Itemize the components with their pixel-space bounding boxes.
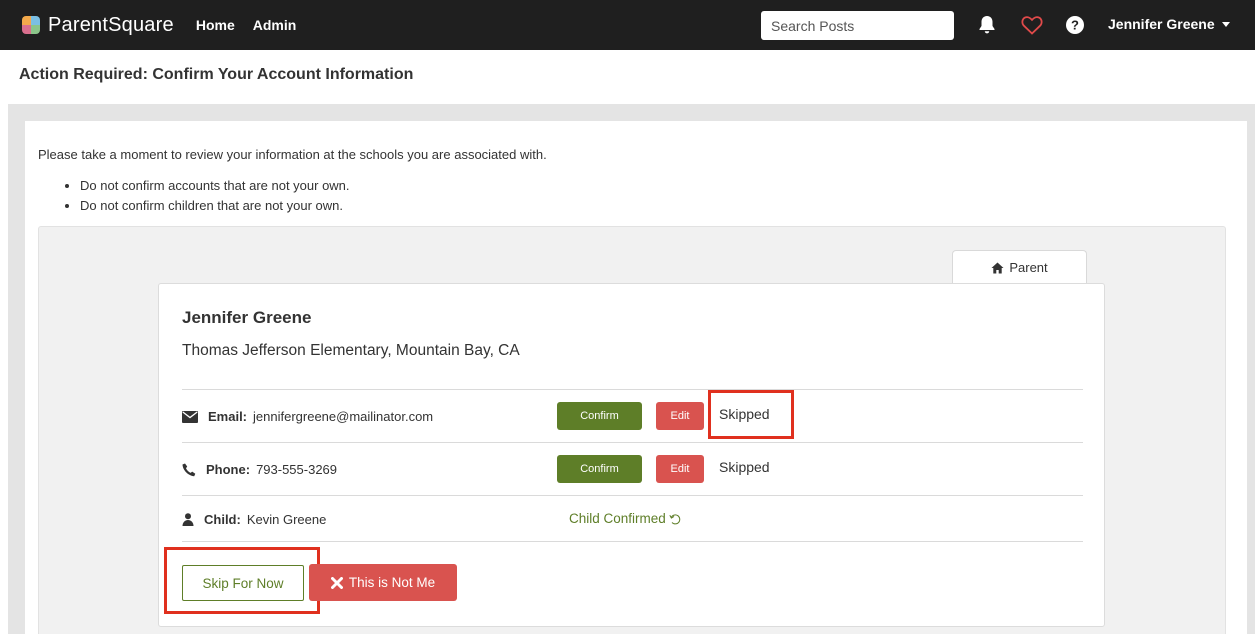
phone-label: Phone: [206,462,251,477]
email-row: Email: jennifergreene@mailinator.com Con… [182,389,1083,442]
intro-text: Please take a moment to review your info… [38,147,547,162]
person-name: Jennifer Greene [182,308,312,327]
parentsquare-logo-icon [22,16,40,34]
top-navbar: ParentSquare Home Admin ? Jennifer Green… [0,0,1255,50]
school-name: Thomas Jefferson Elementary, Mountain Ba… [182,342,520,359]
tab-parent[interactable]: Parent [952,250,1087,284]
envelope-icon [182,410,198,423]
phone-row: Phone: 793-555-3269 Confirm Edit Skipped [182,442,1083,495]
heart-icon[interactable] [1020,14,1044,36]
this-is-not-me-label: This is Not Me [348,575,436,590]
child-confirmed-text: Child Confirmed [569,511,666,526]
svg-text:?: ? [1071,18,1079,33]
highlight-box-skipped [708,390,794,439]
bell-icon[interactable] [976,14,998,36]
nav-link-home[interactable]: Home [196,17,235,33]
tab-parent-label: Parent [1009,260,1048,275]
home-icon [991,262,1004,273]
email-label: Email: [208,409,248,424]
nav-link-admin[interactable]: Admin [253,17,297,33]
instruction-item: Do not confirm accounts that are not you… [80,176,350,196]
search-input[interactable] [761,11,954,40]
page-title: Action Required: Confirm Your Account In… [19,66,414,83]
user-menu[interactable]: Jennifer Greene [1108,16,1230,32]
phone-value: 793-555-3269 [256,462,338,477]
close-icon [330,576,343,589]
child-confirmed-status: Child Confirmed [569,511,681,526]
phone-status: Skipped [719,459,770,475]
brand-name: ParentSquare [48,13,174,36]
user-name: Jennifer Greene [1108,16,1215,32]
this-is-not-me-button[interactable]: This is Not Me [309,564,457,601]
skip-for-now-button[interactable]: Skip For Now [182,565,304,601]
child-label: Child: [204,512,241,527]
phone-icon [182,463,196,476]
user-icon [182,513,194,526]
chevron-down-icon [1221,21,1230,27]
help-icon[interactable]: ? [1064,14,1086,36]
confirm-email-button[interactable]: Confirm [557,402,642,430]
child-row: Child: Kevin Greene Child Confirmed [182,495,1083,542]
confirm-phone-button[interactable]: Confirm [557,455,642,483]
edit-email-button[interactable]: Edit [656,402,704,430]
instruction-item: Do not confirm children that are not you… [80,196,350,216]
undo-icon[interactable] [669,513,681,525]
instruction-list: Do not confirm accounts that are not you… [80,176,350,216]
child-value: Kevin Greene [246,512,327,527]
email-value: jennifergreene@mailinator.com [253,409,434,424]
brand[interactable]: ParentSquare [22,14,174,37]
edit-phone-button[interactable]: Edit [656,455,704,483]
